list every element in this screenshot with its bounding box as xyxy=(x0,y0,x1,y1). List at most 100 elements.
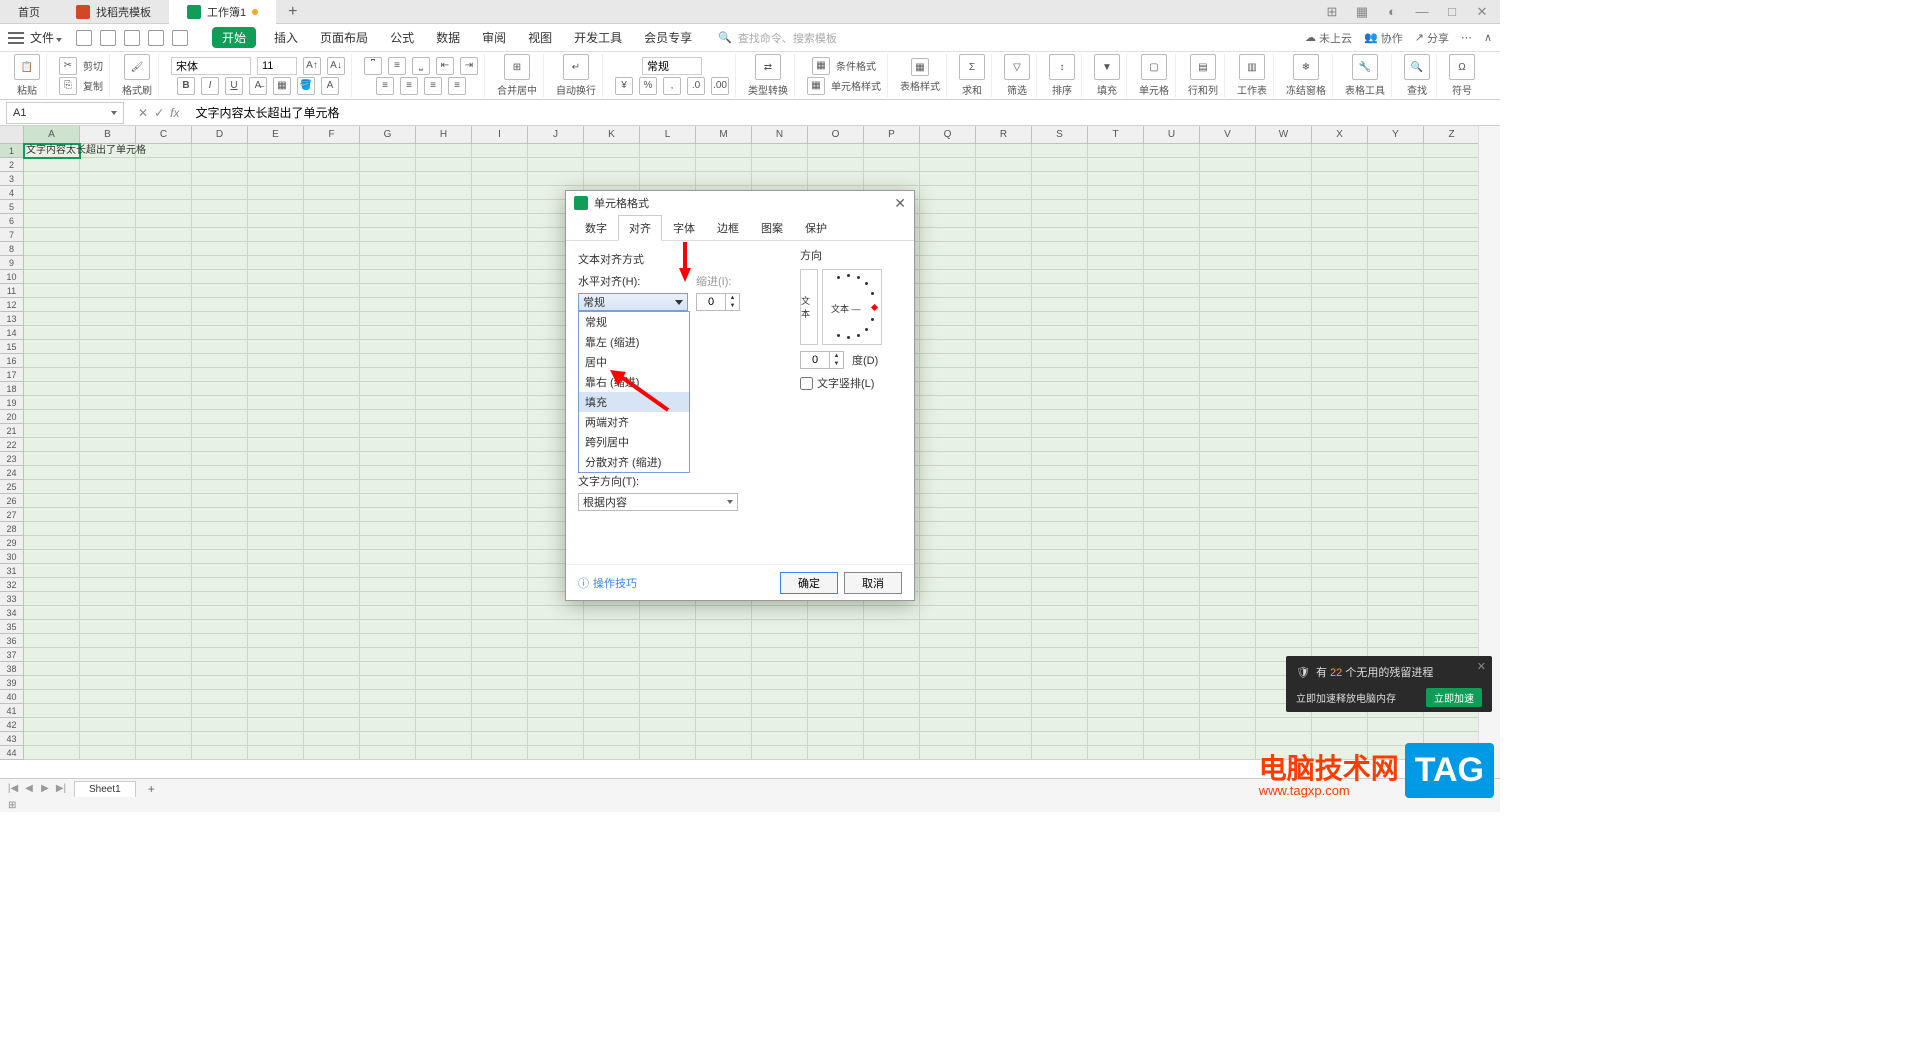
cell[interactable] xyxy=(416,228,472,242)
cell[interactable] xyxy=(248,746,304,760)
cell[interactable] xyxy=(1032,466,1088,480)
cell[interactable] xyxy=(248,480,304,494)
cell[interactable] xyxy=(1032,606,1088,620)
cell[interactable] xyxy=(1088,718,1144,732)
cell[interactable] xyxy=(416,648,472,662)
cell[interactable] xyxy=(1200,662,1256,676)
cell[interactable] xyxy=(1368,564,1424,578)
col-header-W[interactable]: W xyxy=(1256,126,1312,143)
cell[interactable] xyxy=(1368,606,1424,620)
cell[interactable] xyxy=(528,620,584,634)
cell[interactable] xyxy=(80,648,136,662)
cell[interactable] xyxy=(472,368,528,382)
cell[interactable] xyxy=(1144,158,1200,172)
formula-input[interactable] xyxy=(187,102,1500,124)
rowcol-icon[interactable]: ▤ xyxy=(1190,54,1216,80)
cell[interactable] xyxy=(640,676,696,690)
row-header-25[interactable]: 25 xyxy=(0,480,24,494)
cancel-button[interactable]: 取消 xyxy=(844,572,902,594)
font-color-icon[interactable]: A xyxy=(321,77,339,95)
cell[interactable] xyxy=(976,382,1032,396)
cell[interactable] xyxy=(416,676,472,690)
cell[interactable] xyxy=(192,312,248,326)
cell[interactable] xyxy=(1200,410,1256,424)
cell[interactable] xyxy=(976,396,1032,410)
cell[interactable] xyxy=(1424,158,1480,172)
cell[interactable] xyxy=(1032,284,1088,298)
cell[interactable] xyxy=(1088,396,1144,410)
cell[interactable] xyxy=(584,690,640,704)
cell[interactable] xyxy=(304,172,360,186)
cell[interactable] xyxy=(248,522,304,536)
cell[interactable] xyxy=(136,312,192,326)
align-center-icon[interactable]: ≡ xyxy=(400,77,418,95)
cell[interactable] xyxy=(80,620,136,634)
cell[interactable] xyxy=(80,256,136,270)
cell[interactable] xyxy=(472,410,528,424)
cell[interactable] xyxy=(136,410,192,424)
cell[interactable] xyxy=(1088,690,1144,704)
cell[interactable] xyxy=(1144,536,1200,550)
row-header-13[interactable]: 13 xyxy=(0,312,24,326)
cell[interactable] xyxy=(864,662,920,676)
cell[interactable] xyxy=(584,662,640,676)
qa-undo-icon[interactable] xyxy=(148,30,164,46)
cell[interactable] xyxy=(192,298,248,312)
ok-button[interactable]: 确定 xyxy=(780,572,838,594)
cell[interactable] xyxy=(864,704,920,718)
cell[interactable] xyxy=(920,256,976,270)
row-header-40[interactable]: 40 xyxy=(0,690,24,704)
cell[interactable] xyxy=(1312,144,1368,158)
tab-home[interactable]: 首页 xyxy=(0,0,58,24)
cell[interactable] xyxy=(1424,494,1480,508)
cell[interactable] xyxy=(304,746,360,760)
col-header-Z[interactable]: Z xyxy=(1424,126,1480,143)
underline-icon[interactable]: U xyxy=(225,77,243,95)
cell[interactable] xyxy=(248,536,304,550)
cell[interactable] xyxy=(1424,200,1480,214)
cell[interactable] xyxy=(192,382,248,396)
cell[interactable] xyxy=(920,732,976,746)
cell[interactable] xyxy=(136,578,192,592)
cell[interactable] xyxy=(1144,550,1200,564)
format-painter-icon[interactable]: 🖌 xyxy=(124,54,150,80)
cell[interactable] xyxy=(24,690,80,704)
cell[interactable] xyxy=(136,340,192,354)
cell[interactable] xyxy=(584,676,640,690)
italic-icon[interactable]: I xyxy=(201,77,219,95)
cell[interactable] xyxy=(24,172,80,186)
cell[interactable] xyxy=(192,564,248,578)
cell[interactable] xyxy=(976,466,1032,480)
cell[interactable] xyxy=(136,676,192,690)
row-header-29[interactable]: 29 xyxy=(0,536,24,550)
toast-close-button[interactable]: ✕ xyxy=(1477,660,1486,673)
cell[interactable] xyxy=(1144,480,1200,494)
cell[interactable] xyxy=(1032,186,1088,200)
cell[interactable] xyxy=(752,144,808,158)
cell[interactable] xyxy=(416,718,472,732)
cell[interactable] xyxy=(24,424,80,438)
row-header-34[interactable]: 34 xyxy=(0,606,24,620)
cell[interactable] xyxy=(80,326,136,340)
cell[interactable] xyxy=(1144,228,1200,242)
cell[interactable] xyxy=(1032,270,1088,284)
cell[interactable] xyxy=(360,494,416,508)
cell[interactable] xyxy=(472,284,528,298)
cell[interactable] xyxy=(416,354,472,368)
cell[interactable] xyxy=(304,662,360,676)
cell[interactable] xyxy=(192,648,248,662)
cell[interactable] xyxy=(472,718,528,732)
cell[interactable] xyxy=(1200,144,1256,158)
cell[interactable] xyxy=(976,536,1032,550)
cell[interactable] xyxy=(1032,508,1088,522)
cell[interactable] xyxy=(304,368,360,382)
cell[interactable] xyxy=(472,438,528,452)
row-header-42[interactable]: 42 xyxy=(0,718,24,732)
cell[interactable] xyxy=(1088,648,1144,662)
cell[interactable] xyxy=(1368,368,1424,382)
cell[interactable] xyxy=(584,718,640,732)
cell[interactable] xyxy=(136,662,192,676)
cell[interactable] xyxy=(24,550,80,564)
cell[interactable] xyxy=(80,592,136,606)
cell[interactable] xyxy=(1200,312,1256,326)
